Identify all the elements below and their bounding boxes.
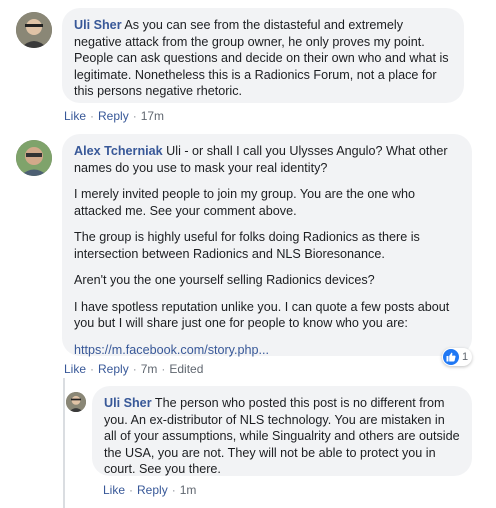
edited-label[interactable]: Edited <box>169 362 203 376</box>
separator: · <box>132 362 137 376</box>
like-button[interactable]: Like <box>103 483 125 497</box>
comment-bubble: Alex Tcherniak Uli - or shall I call you… <box>62 134 472 357</box>
author-name[interactable]: Uli Sher <box>104 396 152 410</box>
comment-bubble: Uli Sher As you can see from the distast… <box>62 8 464 103</box>
comment-actions: Like · Reply · 1m <box>103 483 196 497</box>
avatar-image <box>16 140 52 176</box>
reaction-summary[interactable]: 1 <box>442 348 473 366</box>
comment-paragraph: Aren't you the one yourself selling Radi… <box>74 273 375 287</box>
reaction-count: 1 <box>462 351 469 363</box>
like-button[interactable]: Like <box>64 362 86 376</box>
comment-actions: Like · Reply · 7m · Edited <box>64 362 203 376</box>
separator: · <box>90 109 95 123</box>
comment-paragraph: I merely invited people to join my group… <box>74 187 415 218</box>
comment-bubble: Uli Sher The person who posted this post… <box>92 386 472 476</box>
avatar-image <box>16 12 52 48</box>
separator: · <box>129 483 134 497</box>
avatar[interactable] <box>16 140 52 176</box>
comment-paragraph: The group is highly useful for folks doi… <box>74 230 420 261</box>
like-button[interactable]: Like <box>64 109 86 123</box>
comment-actions: Like · Reply · 17m <box>64 109 164 123</box>
reply-thread-line <box>63 378 65 508</box>
comment-paragraph: I have spotless reputation unlike you. I… <box>74 299 450 331</box>
avatar-image <box>66 392 86 412</box>
timestamp[interactable]: 1m <box>180 483 197 497</box>
separator: · <box>90 362 95 376</box>
avatar[interactable] <box>16 12 52 48</box>
avatar[interactable] <box>66 392 86 412</box>
story-link[interactable]: https://m.facebook.com/story.php... <box>74 343 269 357</box>
separator: · <box>171 483 176 497</box>
timestamp[interactable]: 17m <box>141 109 164 123</box>
timestamp[interactable]: 7m <box>141 362 158 376</box>
reply-button[interactable]: Reply <box>98 362 129 376</box>
like-thumb-icon <box>443 349 459 365</box>
comment-text: As you can see from the distasteful and … <box>74 18 449 98</box>
reply-button[interactable]: Reply <box>98 109 129 123</box>
author-name[interactable]: Alex Tcherniak <box>74 144 163 158</box>
separator: · <box>132 109 137 123</box>
reply-button[interactable]: Reply <box>137 483 168 497</box>
author-name[interactable]: Uli Sher <box>74 18 122 32</box>
separator: · <box>161 362 166 376</box>
comment-text: The person who posted this post is no di… <box>104 396 460 476</box>
